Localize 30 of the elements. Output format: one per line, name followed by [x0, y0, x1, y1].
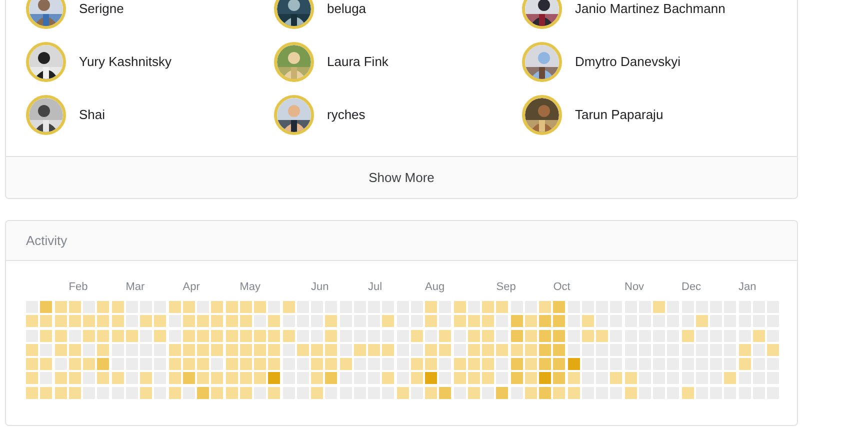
user-name[interactable]: ryches: [327, 107, 366, 122]
month-label: Nov: [624, 280, 644, 295]
avatar[interactable]: [274, 94, 314, 134]
avatar[interactable]: [26, 42, 66, 82]
month-label: Apr: [182, 280, 200, 295]
user-name[interactable]: Janio Martinez Bachmann: [575, 1, 726, 16]
user-name[interactable]: Shai: [79, 107, 106, 122]
month-label: Jan: [738, 280, 756, 295]
month-label: Dec: [682, 280, 702, 295]
card-title: Activity: [26, 233, 68, 248]
month-label: May: [240, 280, 261, 295]
user-name[interactable]: beluga: [327, 1, 366, 16]
avatar[interactable]: [522, 0, 562, 28]
avatar[interactable]: [522, 42, 562, 82]
avatar[interactable]: [274, 0, 314, 28]
user-name[interactable]: Tarun Paparaju: [575, 107, 664, 122]
avatar[interactable]: [26, 94, 66, 134]
month-label: Aug: [425, 280, 445, 295]
month-label: Mar: [126, 280, 145, 295]
month-label: Oct: [553, 280, 570, 295]
user-name[interactable]: Laura Fink: [327, 54, 388, 69]
avatar[interactable]: [522, 94, 562, 134]
month-label: Sep: [496, 280, 516, 295]
show-more-button[interactable]: Show More: [6, 156, 797, 198]
month-label: Jul: [368, 280, 382, 295]
user-name[interactable]: Serigne: [79, 1, 124, 16]
user-name[interactable]: Yury Kashnitsky: [79, 54, 172, 69]
user-name[interactable]: Dmytro Danevskyi: [575, 54, 680, 69]
month-label: Jun: [311, 280, 329, 295]
month-label: Feb: [68, 280, 88, 295]
